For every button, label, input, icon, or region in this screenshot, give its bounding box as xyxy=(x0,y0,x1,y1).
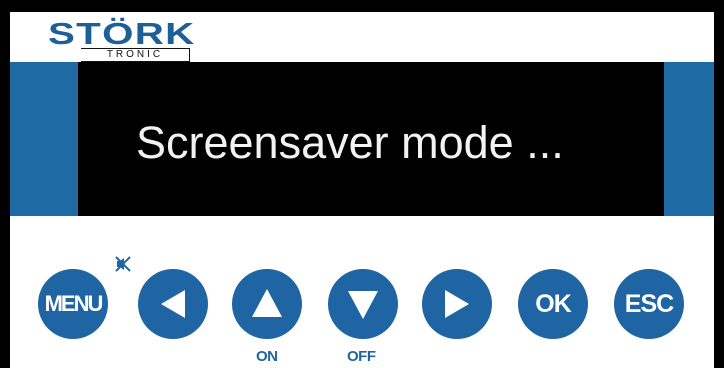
menu-button[interactable]: MENU xyxy=(38,269,108,339)
brand-logo: STÖRK TRONIC xyxy=(48,18,198,66)
triangle-left-icon xyxy=(161,290,185,318)
logo-sub-text: TRONIC xyxy=(81,48,190,62)
display-screen: Screensaver mode ... xyxy=(78,62,664,216)
right-button[interactable] xyxy=(422,269,492,339)
ok-button[interactable]: OK xyxy=(518,269,588,339)
menu-button-label: MENU xyxy=(44,291,104,316)
logo-brand-text: STÖRK xyxy=(48,16,196,51)
esc-button[interactable]: ESC xyxy=(614,269,684,339)
left-button[interactable] xyxy=(138,269,208,339)
control-panel: STÖRK TRONIC Screensaver mode ... MENU O… xyxy=(10,12,714,368)
up-button[interactable] xyxy=(232,269,302,339)
triangle-down-icon xyxy=(348,291,378,319)
on-label: ON xyxy=(256,348,278,365)
triangle-up-icon xyxy=(252,289,282,317)
speaker-muted-icon xyxy=(115,256,131,277)
esc-button-label: ESC xyxy=(624,289,674,318)
ok-button-label: OK xyxy=(535,289,571,318)
off-label: OFF xyxy=(347,348,376,365)
triangle-right-icon xyxy=(445,290,469,318)
down-button[interactable] xyxy=(328,269,398,339)
display-message: Screensaver mode ... xyxy=(136,117,564,168)
